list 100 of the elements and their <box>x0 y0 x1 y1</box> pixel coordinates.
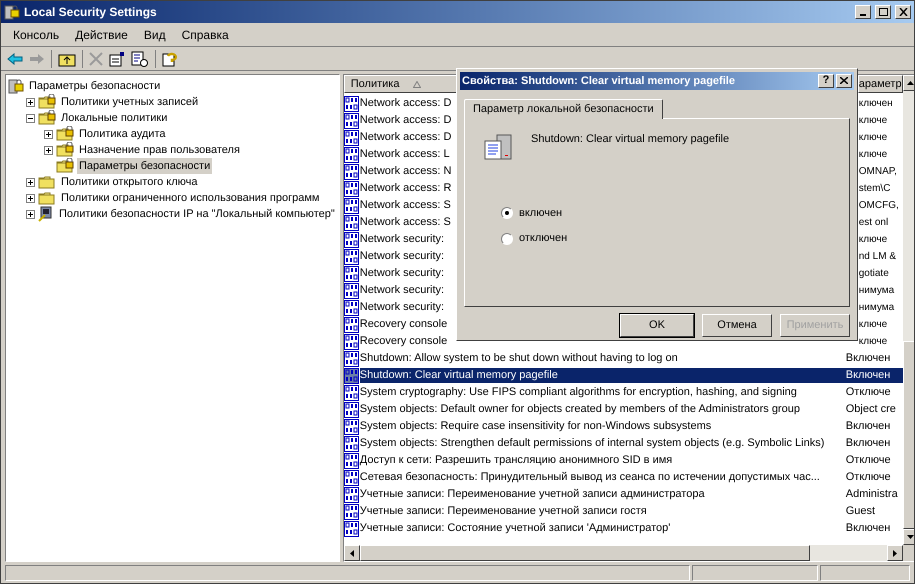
radio-label: включен <box>519 206 562 221</box>
tree-item[interactable]: Политики учетных записей <box>59 94 200 110</box>
right-arrow-icon <box>892 550 897 556</box>
tab[interactable]: Параметр локальной безопасности <box>464 98 663 119</box>
close-icon <box>898 8 908 16</box>
expand-toggle[interactable] <box>26 98 35 106</box>
locked-folder-icon <box>38 110 56 126</box>
close-button[interactable] <box>836 74 852 88</box>
tree-item[interactable]: Политики ограниченного использования программ <box>59 190 322 206</box>
policy-setting: Отключе <box>844 453 892 468</box>
policy-setting: Включен <box>844 521 892 536</box>
policy-name[interactable]: Network security: <box>360 249 448 264</box>
back-arrow-icon[interactable] <box>7 52 23 64</box>
policy-title: Shutdown: Clear virtual memory pagefile <box>531 132 730 147</box>
policy-name[interactable]: Network access: S <box>360 215 448 230</box>
policy-setting: OMCFG, <box>858 199 900 213</box>
policy-name[interactable]: Shutdown: Clear virtual memory pagefile <box>360 368 842 383</box>
policy-setting: Отключе <box>844 470 892 485</box>
vertical-scrollbar[interactable] <box>902 75 914 561</box>
menu-item[interactable]: Консоль <box>5 26 68 44</box>
folder-icon <box>38 190 56 206</box>
locked-folder-icon <box>38 94 56 110</box>
close-icon <box>840 77 848 84</box>
maximize-button[interactable] <box>875 5 891 19</box>
policy-name[interactable]: Network security: <box>360 232 448 247</box>
policy-name[interactable]: Доступ к сети: Разрешить трансляцию анонимного SID в имя <box>360 453 842 468</box>
tree-item[interactable]: Политики безопасности IP на "Локальный компьютер" <box>57 206 337 222</box>
collapse-toggle[interactable] <box>26 114 35 122</box>
policy-icon <box>344 368 360 384</box>
policy-name[interactable]: System objects: Require case insensitivity for non-Windows subsystems <box>360 419 842 434</box>
down-arrow-icon <box>907 535 914 539</box>
policy-setting: gotiate <box>858 267 890 281</box>
policy-name[interactable]: Сетевая безопасность: Принудительный вывод из сеанса по истечении допустимых час... <box>360 470 842 485</box>
policy-name[interactable]: Network security: <box>360 266 448 281</box>
server-lock-icon <box>8 78 24 94</box>
policy-name[interactable]: Recovery console <box>360 334 448 349</box>
policy-setting: ключе <box>858 148 888 162</box>
policy-setting: Включен <box>842 368 903 383</box>
help-icon[interactable] <box>162 50 178 66</box>
policy-name[interactable]: Recovery console <box>360 317 448 332</box>
policy-setting: ключе <box>858 318 888 332</box>
locked-folder-icon <box>56 126 74 142</box>
locked-folder-icon <box>56 158 74 174</box>
tree-item[interactable]: Локальные политики <box>59 110 170 126</box>
policy-setting: Administra <box>844 487 899 502</box>
menu-item[interactable]: Вид <box>136 26 174 44</box>
up-arrow-icon <box>907 81 914 85</box>
expand-toggle[interactable] <box>44 146 53 154</box>
policy-setting: Отключе <box>844 385 892 400</box>
expand-toggle[interactable] <box>26 194 35 202</box>
policy-setting: ключе <box>858 335 888 349</box>
policy-name[interactable]: Network access: L <box>360 147 448 162</box>
tree-item[interactable]: Политики открытого ключа <box>59 174 200 190</box>
policy-name[interactable]: Network access: S <box>360 198 448 213</box>
column-header[interactable]: араметр <box>858 75 903 93</box>
policy-name[interactable]: Учетные записи: Состояние учетной записи 'Администратор' <box>360 521 842 536</box>
policy-name[interactable]: Network access: N <box>360 164 448 179</box>
policy-name[interactable]: Network security: <box>360 300 448 315</box>
computer-key-icon <box>38 206 54 222</box>
help-button[interactable]: ? <box>818 74 834 88</box>
policy-name[interactable]: Учетные записи: Переименование учетной записи гостя <box>360 504 842 519</box>
properties-icon[interactable] <box>109 50 125 66</box>
locked-folder-icon <box>56 142 74 158</box>
window-title: Local Security Settings <box>24 4 157 21</box>
maximize-icon <box>878 8 888 16</box>
policy-setting: nd LM & <box>858 250 897 264</box>
policy-name[interactable]: System objects: Default owner for objects created by members of the Administrators group <box>360 402 842 417</box>
expand-toggle[interactable] <box>26 210 35 218</box>
close-button[interactable] <box>895 5 911 19</box>
dialog-button[interactable]: Отмена <box>702 314 772 337</box>
tree-item[interactable]: Назначение прав пользователя <box>77 142 242 158</box>
export-list-icon[interactable] <box>131 50 149 66</box>
policy-setting: ключе <box>858 233 888 247</box>
tree-item[interactable]: Политика аудита <box>77 126 168 142</box>
expand-toggle[interactable] <box>44 130 53 138</box>
radio-button[interactable] <box>501 232 513 245</box>
policy-name[interactable]: System objects: Strengthen default permissions of internal system objects (e.g. Symbolic Links) <box>360 436 842 451</box>
horizontal-scrollbar[interactable] <box>344 545 903 561</box>
menu-item[interactable]: Справка <box>174 26 237 44</box>
policy-name[interactable]: Network security: <box>360 283 448 298</box>
policy-name[interactable]: System cryptography: Use FIPS compliant algorithms for encryption, hashing, and signing <box>360 385 842 400</box>
tree-item[interactable]: Параметры безопасности <box>27 78 162 94</box>
radio-button[interactable] <box>501 207 513 220</box>
policy-setting: est onl <box>858 216 890 230</box>
policy-setting: OMNAP, <box>858 165 898 179</box>
expand-toggle[interactable] <box>26 178 35 186</box>
menu-item[interactable]: Действие <box>67 26 136 44</box>
server-lock-icon <box>4 4 20 20</box>
policy-setting: Guest <box>844 504 876 519</box>
policy-name[interactable]: Учетные записи: Переименование учетной записи администратора <box>360 487 842 502</box>
dialog-title: Свойства: Shutdown: Clear virtual memory pagefile <box>462 74 736 89</box>
minimize-button[interactable] <box>855 5 871 19</box>
policy-setting: нимума <box>858 301 896 315</box>
policy-name[interactable]: Shutdown: Allow system to be shut down without having to log on <box>360 351 842 366</box>
policy-setting: Включен <box>844 419 892 434</box>
policy-setting: ключе <box>858 114 888 128</box>
dialog-button[interactable]: OK <box>620 314 694 337</box>
tree-item[interactable]: Параметры безопасности <box>77 158 212 174</box>
policy-setting: ключен <box>858 97 894 111</box>
policy-setting: нимума <box>858 284 896 298</box>
